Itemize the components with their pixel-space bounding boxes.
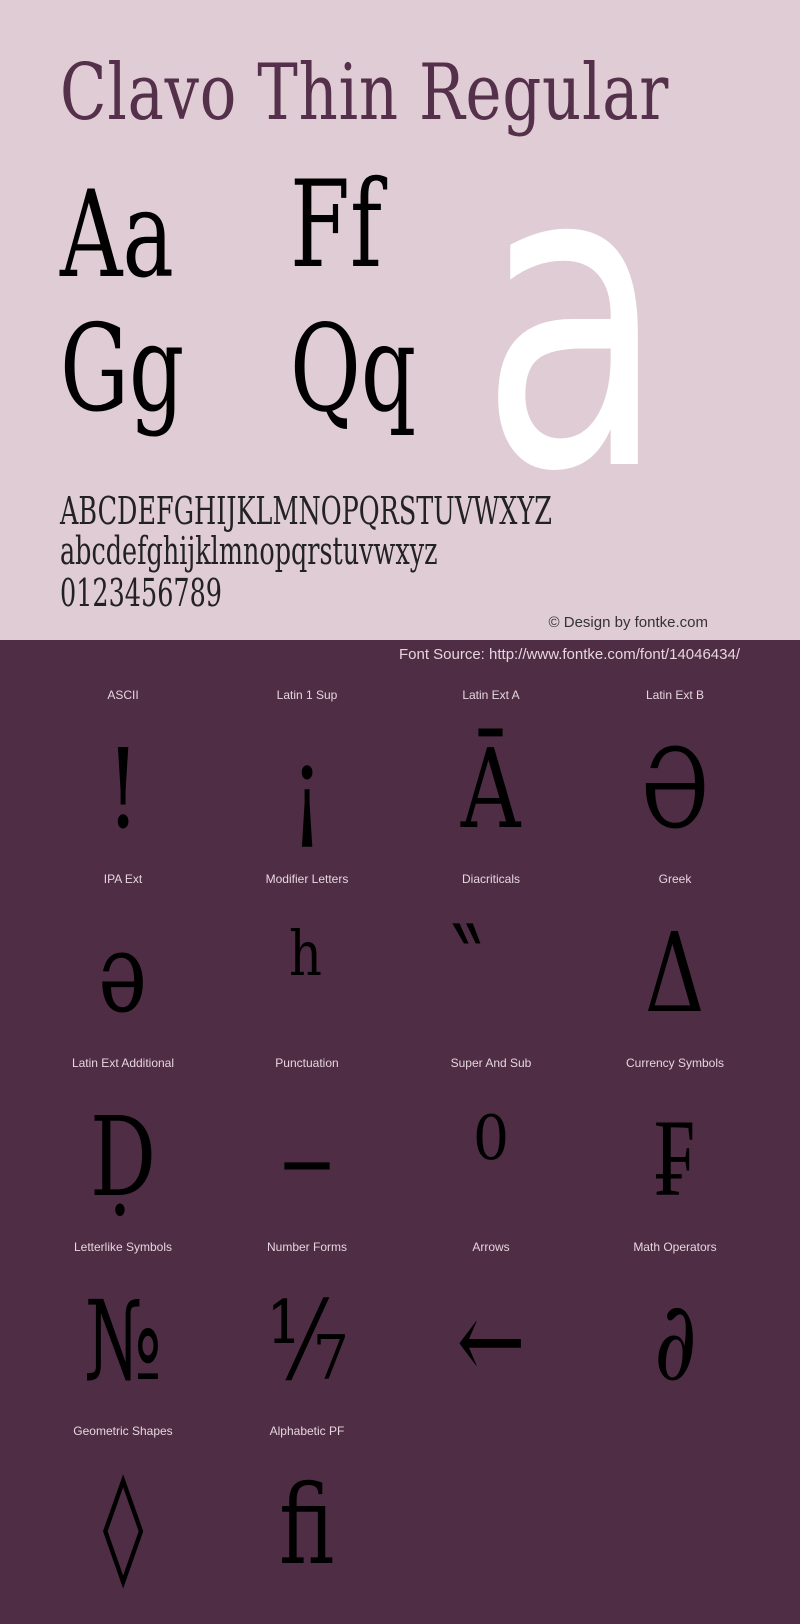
block-glyph: № (31, 1266, 215, 1416)
block-label: Latin Ext B (645, 688, 705, 702)
block-glyph: Δ (583, 898, 767, 1048)
block-label: Currency Symbols (625, 1056, 725, 1070)
block-glyph: ₣ (583, 1082, 767, 1232)
block-label: Math Operators (633, 1240, 717, 1254)
block-label: Alphabetic PF (269, 1424, 345, 1438)
glyph-char: ₣ (654, 1093, 696, 1221)
block-glyph: Ə (583, 714, 767, 864)
unicode-block-cell: Geometric Shapes ◊ (31, 1424, 215, 1608)
glyph-char: Ḍ (89, 1093, 157, 1221)
unicode-block-cell: Greek Δ (583, 872, 767, 1056)
unicode-block-cell: Latin Ext B Ə (583, 688, 767, 872)
unicode-block-cell: IPA Ext ə (31, 872, 215, 1056)
unicode-block-cell: Punctuation ‒ (215, 1056, 399, 1240)
block-glyph: Ḍ (31, 1082, 215, 1232)
block-label: Punctuation (275, 1056, 339, 1070)
sample-pair-ff: Ff (290, 156, 382, 295)
glyph-char: ⁰ (474, 1093, 508, 1221)
block-label: Letterlike Symbols (73, 1240, 173, 1254)
block-label: Arrows (472, 1240, 510, 1254)
design-credit: © Design by fontke.com (548, 614, 708, 631)
block-label: IPA Ext (103, 872, 143, 886)
glyph-char: Δ (645, 909, 705, 1037)
block-glyph: Ā (399, 714, 583, 864)
block-glyph: ∂ (583, 1266, 767, 1416)
glyph-char: ⅐ (267, 1277, 347, 1405)
unicode-block-cell: Modifier Letters ʰ (215, 872, 399, 1056)
block-glyph: ̏ (399, 898, 583, 1048)
unicode-block-cell: Latin Ext Additional Ḍ (31, 1056, 215, 1240)
glyph-char: ə (98, 909, 148, 1037)
glyph-char: ﬁ (279, 1461, 335, 1589)
unicode-block-cell: Letterlike Symbols № (31, 1240, 215, 1424)
block-glyph: ﬁ (215, 1450, 399, 1600)
block-label: Latin 1 Sup (276, 688, 338, 702)
glyph-char: ◊ (102, 1461, 144, 1589)
block-label: Greek (658, 872, 692, 886)
unicode-block-cell: Diacriticals̏ (399, 872, 583, 1056)
big-sample-glyph: a (480, 75, 666, 564)
block-glyph: ə (31, 898, 215, 1048)
block-label: Super And Sub (450, 1056, 532, 1070)
block-glyph: ¡ (215, 714, 399, 864)
glyph-char: № (83, 1277, 163, 1405)
preview-header: Clavo Thin Regular Aa Ff Gg Qq a ABCDEFG… (0, 0, 800, 640)
uppercase-sample: ABCDEFGHIJKLMNOPQRSTUVWXYZ (60, 489, 552, 533)
sample-pair-gg: Gg (60, 300, 185, 439)
block-label: Latin Ext A (462, 688, 520, 702)
block-label: ASCII (107, 688, 139, 702)
glyph-char: ‒ (280, 1093, 334, 1221)
block-label: Diacriticals (461, 872, 520, 886)
font-source-link[interactable]: Font Source: http://www.fontke.com/font/… (399, 646, 740, 663)
block-glyph: ! (31, 714, 215, 864)
unicode-block-cell: Number Forms ⅐ (215, 1240, 399, 1424)
glyph-char: Ə (641, 725, 709, 853)
block-label: Modifier Letters (265, 872, 349, 886)
unicode-block-cell: Latin Ext A Ā (399, 688, 583, 872)
unicode-block-cell: Arrows ← (399, 1240, 583, 1424)
unicode-block-cell: Currency Symbols ₣ (583, 1056, 767, 1240)
unicode-block-cell: Super And Sub ⁰ (399, 1056, 583, 1240)
unicode-block-cell: Alphabetic PF ﬁ (215, 1424, 399, 1608)
digits-sample: 0123456789 (60, 571, 222, 615)
glyph-char: ∂ (653, 1277, 697, 1405)
glyph-char: ! (106, 725, 140, 853)
unicode-block-cell: Latin 1 Sup ¡ (215, 688, 399, 872)
block-glyph: ‒ (215, 1082, 399, 1232)
lowercase-sample: abcdefghijklmnopqrstuvwxyz (60, 529, 438, 573)
unicode-block-cell: Math Operators ∂ (583, 1240, 767, 1424)
block-label: Geometric Shapes (73, 1424, 173, 1438)
block-glyph: ← (399, 1266, 583, 1416)
glyph-char: ʰ (289, 909, 325, 1037)
glyph-char: Ā (461, 725, 521, 853)
block-glyph: ⁰ (399, 1082, 583, 1232)
block-glyph: ◊ (31, 1450, 215, 1600)
block-label: Number Forms (266, 1240, 347, 1254)
block-glyph: ⅐ (215, 1266, 399, 1416)
block-label: Latin Ext Additional (71, 1056, 175, 1070)
sample-pair-qq: Qq (290, 300, 417, 439)
glyph-char: ¡ (290, 725, 324, 853)
unicode-block-cell: ASCII! (31, 688, 215, 872)
glyph-char: ← (456, 1277, 526, 1405)
sample-pair-aa: Aa (60, 166, 174, 305)
block-glyph: ʰ (215, 898, 399, 1048)
